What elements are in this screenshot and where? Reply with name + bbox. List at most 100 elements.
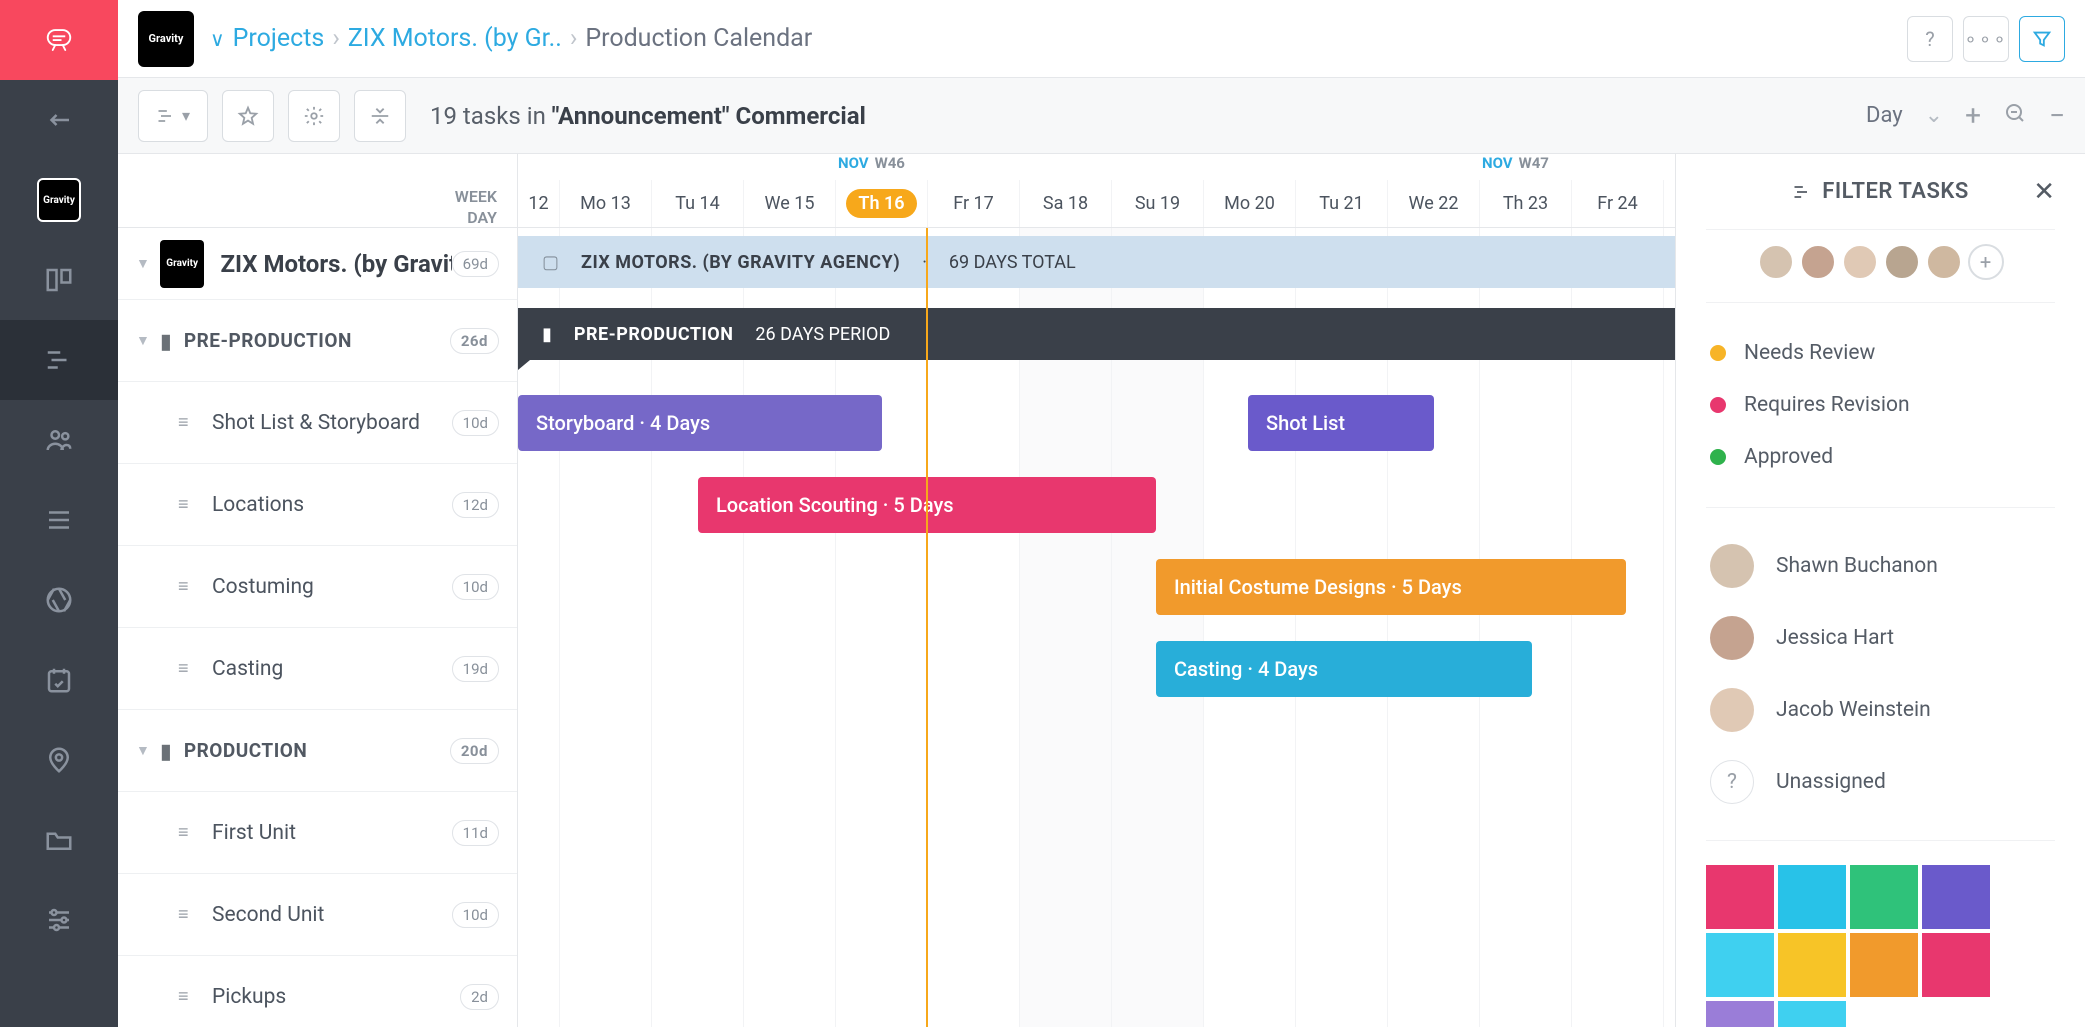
gantt-bar[interactable]: Storyboard · 4 Days <box>518 395 882 451</box>
zoom-dropdown-icon[interactable]: ⌄ <box>1925 103 1943 128</box>
breadcrumb: ∨ Projects › ZIX Motors. (by Gr.. › Prod… <box>210 24 812 53</box>
gantt-bar[interactable]: Shot List <box>1248 395 1434 451</box>
day-column-header[interactable]: Mo 13 <box>560 180 652 227</box>
day-column-header[interactable]: Tu 14 <box>652 180 744 227</box>
day-column-header[interactable]: Mo 20 <box>1204 180 1296 227</box>
zoom-label[interactable]: Day <box>1866 103 1903 128</box>
duration-badge: 12d <box>452 492 499 518</box>
add-icon[interactable]: + <box>1965 99 1981 132</box>
rail-team-icon[interactable] <box>0 400 118 480</box>
group-summary-bar[interactable]: ▮PRE-PRODUCTION26 DAYS PERIOD <box>518 308 1675 360</box>
status-filter[interactable]: Needs Review <box>1706 327 2055 379</box>
rail-sliders-icon[interactable] <box>0 880 118 960</box>
group-row[interactable]: ▼ ▮ PRODUCTION 20d <box>118 710 517 792</box>
day-column-header[interactable]: We 22 <box>1388 180 1480 227</box>
group-dropdown-button[interactable]: ▾ <box>138 90 208 142</box>
week-label: NOVW47 <box>1482 154 1549 172</box>
user-filter[interactable]: Jacob Weinstein <box>1706 674 2055 746</box>
rail-pin-icon[interactable] <box>0 720 118 800</box>
color-swatch[interactable] <box>1706 933 1774 997</box>
duration-badge: 19d <box>452 656 499 682</box>
day-column-header[interactable]: We 15 <box>744 180 836 227</box>
color-swatch[interactable] <box>1850 933 1918 997</box>
task-row[interactable]: ≡ Costuming 10d <box>118 546 517 628</box>
crumb-root[interactable]: Projects <box>233 24 325 53</box>
project-summary-bar[interactable]: ▢ZIX MOTORS. (BY GRAVITY AGENCY)·69 DAYS… <box>518 236 1675 288</box>
avatar <box>1710 544 1754 588</box>
task-row[interactable]: ≡ First Unit 11d <box>118 792 517 874</box>
help-button[interactable]: ? <box>1907 16 1953 62</box>
avatar[interactable] <box>1884 244 1920 280</box>
rail-back[interactable] <box>0 80 118 160</box>
project-row[interactable]: ▼ Gravity ZIX Motors. (by Gravity 69d <box>118 228 517 300</box>
day-column-header[interactable]: 12 <box>518 180 560 227</box>
settings-button[interactable] <box>288 90 340 142</box>
user-filter[interactable]: Jessica Hart <box>1706 602 2055 674</box>
rail-aperture-icon[interactable] <box>0 560 118 640</box>
avatar[interactable] <box>1758 244 1794 280</box>
gantt-bar[interactable]: Casting · 4 Days <box>1156 641 1532 697</box>
status-dot <box>1710 397 1726 413</box>
day-column-header[interactable]: Th 23 <box>1480 180 1572 227</box>
gantt-bar[interactable]: Initial Costume Designs · 5 Days <box>1156 559 1626 615</box>
bars-icon: ≡ <box>178 494 200 515</box>
avatar[interactable] <box>1800 244 1836 280</box>
color-swatch[interactable] <box>1706 865 1774 929</box>
duration-badge: 10d <box>452 410 499 436</box>
chevron-down-icon: ▼ <box>136 742 150 759</box>
zoom-reset-icon[interactable] <box>2003 101 2027 131</box>
color-swatch[interactable] <box>1922 865 1990 929</box>
filter-panel: FILTER TASKS ✕ + Needs ReviewRequires Re… <box>1675 154 2085 1027</box>
add-user-button[interactable]: + <box>1968 244 2004 280</box>
minus-icon[interactable]: − <box>2049 99 2065 132</box>
day-column-header[interactable]: Sa 18 <box>1020 180 1112 227</box>
filter-title: FILTER TASKS <box>1792 179 1969 204</box>
user-filter[interactable]: Shawn Buchanon <box>1706 530 2055 602</box>
task-row[interactable]: ≡ Casting 19d <box>118 628 517 710</box>
bars-icon: ≡ <box>178 412 200 433</box>
crumb-project[interactable]: ZIX Motors. (by Gr.. <box>348 24 562 53</box>
rail-project-thumb[interactable]: Gravity <box>0 160 118 240</box>
star-button[interactable] <box>222 90 274 142</box>
more-button[interactable]: ∘∘∘ <box>1963 16 2009 62</box>
collapse-button[interactable] <box>354 90 406 142</box>
filter-toggle-button[interactable] <box>2019 16 2065 62</box>
folder-icon: ▮ <box>160 739 172 763</box>
avatar[interactable] <box>1842 244 1878 280</box>
color-swatch[interactable] <box>1850 865 1918 929</box>
project-thumb[interactable]: Gravity <box>138 11 194 67</box>
close-icon[interactable]: ✕ <box>2033 177 2055 207</box>
status-filter[interactable]: Requires Revision <box>1706 379 2055 431</box>
day-column-header[interactable]: Fr 24 <box>1572 180 1664 227</box>
color-swatch[interactable] <box>1706 1001 1774 1027</box>
rail-folder-icon[interactable] <box>0 800 118 880</box>
task-row[interactable]: ≡ Shot List & Storyboard 10d <box>118 382 517 464</box>
avatar <box>1710 616 1754 660</box>
avatar[interactable] <box>1926 244 1962 280</box>
task-row[interactable]: ≡ Pickups 2d <box>118 956 517 1027</box>
topbar: Gravity ∨ Projects › ZIX Motors. (by Gr.… <box>118 0 2085 78</box>
day-column-header[interactable]: Tu 21 <box>1296 180 1388 227</box>
rail-boards-icon[interactable] <box>0 240 118 320</box>
task-count: 19 tasks in "Announcement" Commercial <box>430 102 866 130</box>
rail-gantt-icon[interactable] <box>0 320 118 400</box>
duration-badge: 10d <box>452 574 499 600</box>
status-dot <box>1710 345 1726 361</box>
rail-calendar-icon[interactable] <box>0 640 118 720</box>
group-row[interactable]: ▼ ▮ PRE-PRODUCTION 26d <box>118 300 517 382</box>
status-filter[interactable]: Approved <box>1706 431 2055 483</box>
day-column-header[interactable]: Fr 17 <box>928 180 1020 227</box>
task-row[interactable]: ≡ Second Unit 10d <box>118 874 517 956</box>
chevron-down-icon: ▼ <box>136 255 150 272</box>
color-swatch[interactable] <box>1778 865 1846 929</box>
rail-list-icon[interactable] <box>0 480 118 560</box>
color-swatch[interactable] <box>1778 933 1846 997</box>
task-row[interactable]: ≡ Locations 12d <box>118 464 517 546</box>
day-column-header[interactable]: Th 16 <box>836 180 928 227</box>
user-filter[interactable]: ?Unassigned <box>1706 746 2055 818</box>
color-swatch[interactable] <box>1922 933 1990 997</box>
duration-badge: 26d <box>450 328 499 354</box>
color-swatch[interactable] <box>1778 1001 1846 1027</box>
day-column-header[interactable]: Su 19 <box>1112 180 1204 227</box>
app-logo[interactable] <box>0 0 118 80</box>
